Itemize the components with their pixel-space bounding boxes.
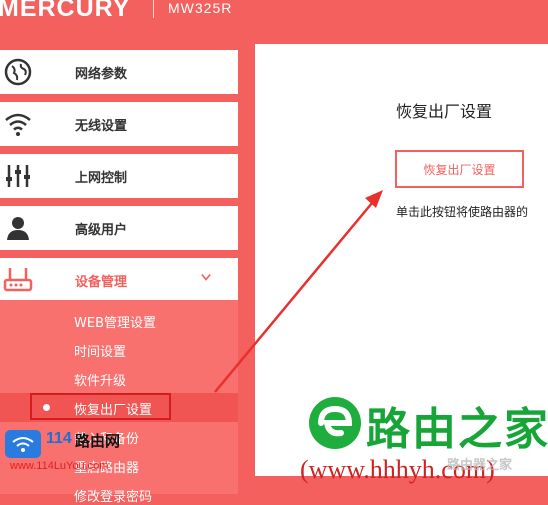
watermark-wifi-icon — [5, 430, 41, 458]
watermark-e-logo-icon — [309, 397, 361, 449]
submenu-item-web-management[interactable]: WEB管理设置 — [74, 312, 156, 331]
watermark-luyouwang: 路由网 — [75, 432, 121, 450]
watermark-114: 114 — [46, 430, 72, 447]
sidebar-item-label: 设备管理 — [75, 274, 128, 290]
sidebar-item-label: 网络参数 — [75, 66, 128, 82]
chevron-down-icon[interactable] — [201, 272, 211, 282]
page-title: 恢复出厂设置 — [396, 102, 493, 121]
sidebar-item-label: 上网控制 — [75, 170, 128, 186]
wifi-icon — [0, 102, 36, 146]
reset-description: 单击此按钮将使路由器的 — [396, 205, 529, 219]
sidebar-item-wireless[interactable]: 无线设置 — [0, 102, 238, 146]
logo-separator — [153, 0, 154, 18]
watermark-114-url: www.114LuYou.com — [10, 460, 109, 472]
sidebar-item-label: 无线设置 — [75, 118, 128, 134]
sidebar-item-label: 高级用户 — [75, 222, 128, 238]
submenu-item-change-password[interactable]: 修改登录密码 — [74, 486, 152, 505]
sidebar-item-device-management[interactable]: 设备管理 — [0, 258, 238, 302]
annotation-highlight-box — [30, 393, 171, 420]
top-bar: MERCURY MW325R — [0, 0, 548, 36]
router-icon — [0, 258, 36, 302]
sidebar-item-advanced-user[interactable]: 高级用户 — [0, 206, 238, 250]
factory-reset-button[interactable]: 恢复出厂设置 — [395, 150, 524, 188]
watermark-faint-text: 路由器之家 — [447, 458, 513, 473]
model-name: MW325R — [168, 0, 233, 16]
submenu-item-time-settings[interactable]: 时间设置 — [74, 341, 126, 360]
submenu-item-firmware-upgrade[interactable]: 软件升级 — [74, 370, 126, 389]
watermark-luyouzhijia: 路由之家 — [366, 404, 548, 455]
globe-icon — [0, 50, 36, 94]
brand-logo: MERCURY — [0, 0, 131, 22]
sliders-icon — [0, 154, 36, 198]
user-icon — [0, 206, 36, 250]
sidebar-item-network[interactable]: 网络参数 — [0, 50, 238, 94]
sidebar-item-access-control[interactable]: 上网控制 — [0, 154, 238, 198]
